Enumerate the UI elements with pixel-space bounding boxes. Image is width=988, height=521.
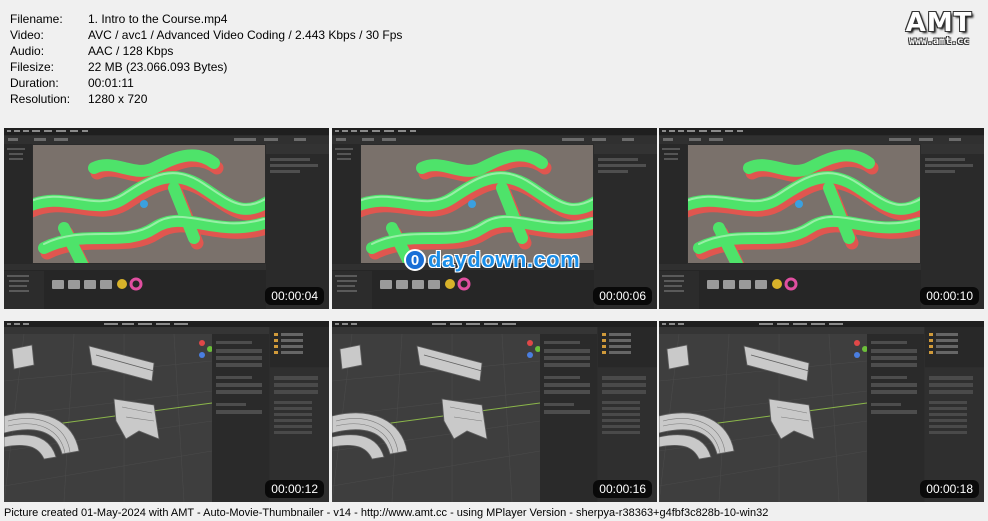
blender-modeling-frame	[659, 321, 984, 502]
video-thumbnail[interactable]: 00:00:06	[332, 128, 657, 309]
info-row-duration: Duration: 00:01:11	[10, 75, 402, 91]
timestamp-badge: 00:00:16	[593, 480, 652, 498]
blender-render-frame	[4, 128, 329, 309]
info-key: Resolution:	[10, 92, 71, 106]
blender-modeling-frame	[332, 321, 657, 502]
info-row-audio: Audio: AAC / 128 Kbps	[10, 43, 402, 59]
timestamp-badge: 00:00:10	[920, 287, 979, 305]
timestamp-badge: 00:00:18	[920, 480, 979, 498]
timestamp-badge: 00:00:12	[265, 480, 324, 498]
video-thumbnail[interactable]: 00:00:10	[659, 128, 984, 309]
blender-render-frame	[659, 128, 984, 309]
info-key: Filesize:	[10, 60, 55, 74]
daydown-watermark: 0 daydown.com	[404, 247, 580, 273]
file-info: Filename: 1. Intro to the Course.mp4 Vid…	[10, 11, 402, 107]
logo-url: www.amt.cc	[908, 36, 970, 47]
info-value: 1. Intro to the Course.mp4	[88, 12, 228, 26]
info-row-resolution: Resolution: 1280 x 720	[10, 91, 402, 107]
amt-logo: AMT www.amt.cc	[904, 8, 974, 47]
thumbnail-grid: 00:00:04 00:00:06 00:00:10 00:00:12 00:0…	[4, 128, 984, 506]
blender-render-frame	[332, 128, 657, 309]
timestamp-badge: 00:00:06	[593, 287, 652, 305]
video-thumbnail[interactable]: 00:00:16	[332, 321, 657, 502]
video-thumbnail[interactable]: 00:00:04	[4, 128, 329, 309]
logo-mark: AMT	[905, 8, 973, 38]
blender-modeling-frame	[4, 321, 329, 502]
info-key: Filename:	[10, 12, 63, 26]
info-row-filesize: Filesize: 22 MB (23.066.093 Bytes)	[10, 59, 402, 75]
timestamp-badge: 00:00:04	[265, 287, 324, 305]
footer-credit: Picture created 01-May-2024 with AMT - A…	[4, 507, 769, 519]
info-value: 1280 x 720	[88, 92, 148, 106]
watermark-logo-icon: 0	[404, 249, 426, 271]
info-value: 00:01:11	[88, 76, 134, 90]
info-row-filename: Filename: 1. Intro to the Course.mp4	[10, 11, 402, 27]
info-key: Audio:	[10, 44, 45, 58]
info-key: Duration:	[10, 76, 59, 90]
info-value: AAC / 128 Kbps	[88, 44, 174, 58]
info-value: 22 MB (23.066.093 Bytes)	[88, 60, 228, 74]
info-row-video: Video: AVC / avc1 / Advanced Video Codin…	[10, 27, 402, 43]
info-key: Video:	[10, 28, 44, 42]
watermark-text: daydown.com	[428, 247, 581, 272]
video-thumbnail[interactable]: 00:00:18	[659, 321, 984, 502]
info-value: AVC / avc1 / Advanced Video Coding / 2.4…	[88, 28, 403, 42]
video-thumbnail[interactable]: 00:00:12	[4, 321, 329, 502]
